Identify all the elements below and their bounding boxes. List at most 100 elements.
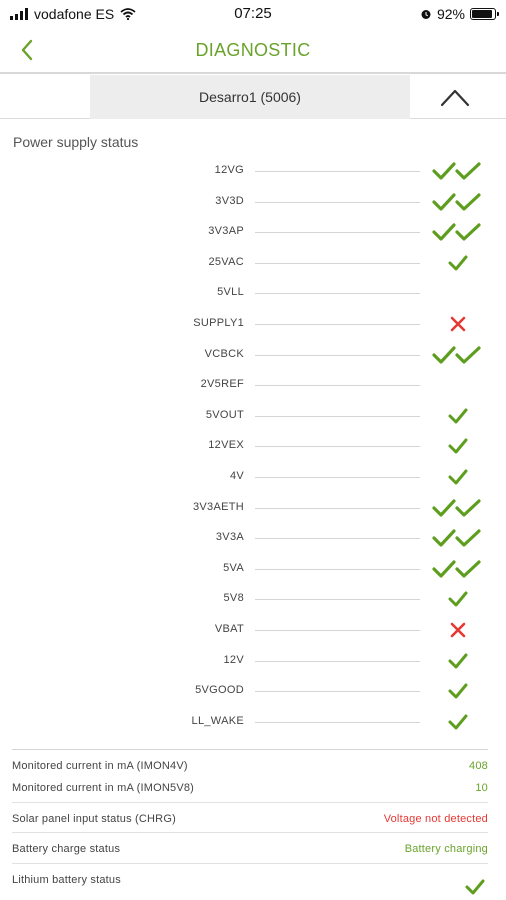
row-divider <box>255 660 420 662</box>
lithium-label: Lithium battery status <box>12 874 121 886</box>
power-row-label: 3V3AP <box>208 225 244 238</box>
row-divider <box>255 415 420 417</box>
check-icon <box>465 879 485 895</box>
power-row-status <box>428 496 488 520</box>
power-row-12vg: 12VG <box>0 156 506 187</box>
row-divider <box>255 568 420 570</box>
battery-icon <box>470 8 499 20</box>
power-row-5vll: 5VLL <box>0 278 506 309</box>
power-row-supply1: SUPPLY1 <box>0 309 506 340</box>
power-row-12vex: 12VEX <box>0 431 506 462</box>
power-row-label: 5VGOOD <box>195 684 244 697</box>
power-row-label: 2V5REF <box>200 378 244 391</box>
double-check-icon <box>432 560 481 578</box>
row-divider <box>255 538 420 540</box>
row-divider <box>255 721 420 723</box>
info-row-solar: Solar panel input status (CHRG) Voltage … <box>12 803 488 833</box>
power-row-3v3ap: 3V3AP <box>0 217 506 248</box>
power-row-status <box>428 710 488 734</box>
row-divider <box>255 232 420 234</box>
chevron-up-icon <box>440 89 470 107</box>
page-title: DIAGNOSTIC <box>195 40 311 60</box>
double-check-icon <box>432 192 481 211</box>
power-row-5vgood: 5VGOOD <box>0 676 506 707</box>
power-row-label: 4V <box>229 469 244 482</box>
power-row-status <box>428 159 488 183</box>
solar-label: Solar panel input status (CHRG) <box>12 813 176 825</box>
power-row-status <box>428 679 488 703</box>
device-selector[interactable]: Desarro1 (5006) <box>90 75 410 119</box>
status-bar: vodafone ES 07:25 92% <box>0 0 506 28</box>
power-row-status <box>428 343 488 367</box>
power-supply-list: 12VG 3V3D 3V3AP 25VAC 5VLL SUPPLY1 VCBCK 2V5REF… <box>0 156 506 737</box>
power-row-status <box>428 618 488 642</box>
power-row-vbat: VBAT <box>0 615 506 646</box>
power-row-5v8: 5V8 <box>0 584 506 615</box>
check-icon <box>448 714 468 730</box>
power-row-ll-wake: LL_WAKE <box>0 707 506 738</box>
power-row-label: 3V3A <box>215 531 244 544</box>
power-row-12v: 12V <box>0 646 506 677</box>
check-icon <box>448 255 468 271</box>
power-row-label: 12VG <box>214 164 244 176</box>
power-row-status <box>428 281 488 305</box>
info-row-imon4v: Monitored current in mA (IMON4V) 408 <box>12 750 488 772</box>
power-row-label: 12V <box>223 653 244 666</box>
row-divider <box>255 446 420 448</box>
section-title: Power supply status <box>13 134 139 150</box>
double-check-icon <box>432 345 481 364</box>
check-icon <box>448 683 468 699</box>
row-divider <box>255 201 420 203</box>
row-divider <box>255 691 420 693</box>
power-row-status <box>428 465 488 489</box>
double-check-icon <box>432 162 481 180</box>
power-row-label: 5VOUT <box>205 408 244 421</box>
info-list: Monitored current in mA (IMON4V) 408 Mon… <box>12 749 488 900</box>
row-divider <box>255 323 420 325</box>
power-row-status <box>428 312 488 336</box>
power-row-label: 25VAC <box>208 255 244 268</box>
row-divider <box>255 507 420 509</box>
imon5v8-value: 10 <box>475 782 488 794</box>
power-row-label: SUPPLY1 <box>193 316 244 329</box>
check-icon <box>448 591 468 607</box>
power-row-status <box>428 649 488 673</box>
power-row-status <box>428 434 488 458</box>
app-header: DIAGNOSTIC <box>0 28 506 74</box>
row-divider <box>255 171 420 172</box>
check-icon <box>448 408 468 424</box>
row-divider <box>255 354 420 356</box>
row-divider <box>255 293 420 295</box>
lithium-status <box>464 878 486 899</box>
power-row-4v: 4V <box>0 462 506 493</box>
row-divider <box>255 476 420 478</box>
power-row-2v5ref: 2V5REF <box>0 370 506 401</box>
device-bar: Desarro1 (5006) <box>0 75 506 119</box>
info-row-imon5v8: Monitored current in mA (IMON5V8) 10 <box>12 772 488 803</box>
power-row-label: 12VEX <box>208 439 244 452</box>
power-row-status <box>428 557 488 581</box>
check-icon <box>448 438 468 454</box>
power-row-status <box>428 251 488 275</box>
cross-icon <box>450 316 466 332</box>
collapse-button[interactable] <box>420 79 490 115</box>
power-row-label: 5V8 <box>223 592 244 605</box>
power-row-label: 5VLL <box>217 286 244 299</box>
power-row-status <box>428 404 488 428</box>
check-icon <box>448 469 468 485</box>
power-row-3v3a: 3V3A <box>0 523 506 554</box>
double-check-icon <box>432 498 481 517</box>
battery-percent: 92% <box>436 6 465 22</box>
power-row-label: 3V3AETH <box>192 500 244 513</box>
info-row-lithium: Lithium battery status <box>12 864 488 900</box>
power-row-label: VCBCK <box>204 347 244 360</box>
row-divider <box>255 599 420 601</box>
power-row-label: 3V3D <box>215 194 244 207</box>
double-check-icon <box>432 529 481 547</box>
alarm-icon <box>421 10 431 19</box>
power-row-label: VBAT <box>214 622 244 635</box>
charge-value: Battery charging <box>404 843 488 855</box>
charge-label: Battery charge status <box>12 843 121 855</box>
status-bar-right: 92% <box>420 6 499 22</box>
power-row-25vac: 25VAC <box>0 248 506 279</box>
